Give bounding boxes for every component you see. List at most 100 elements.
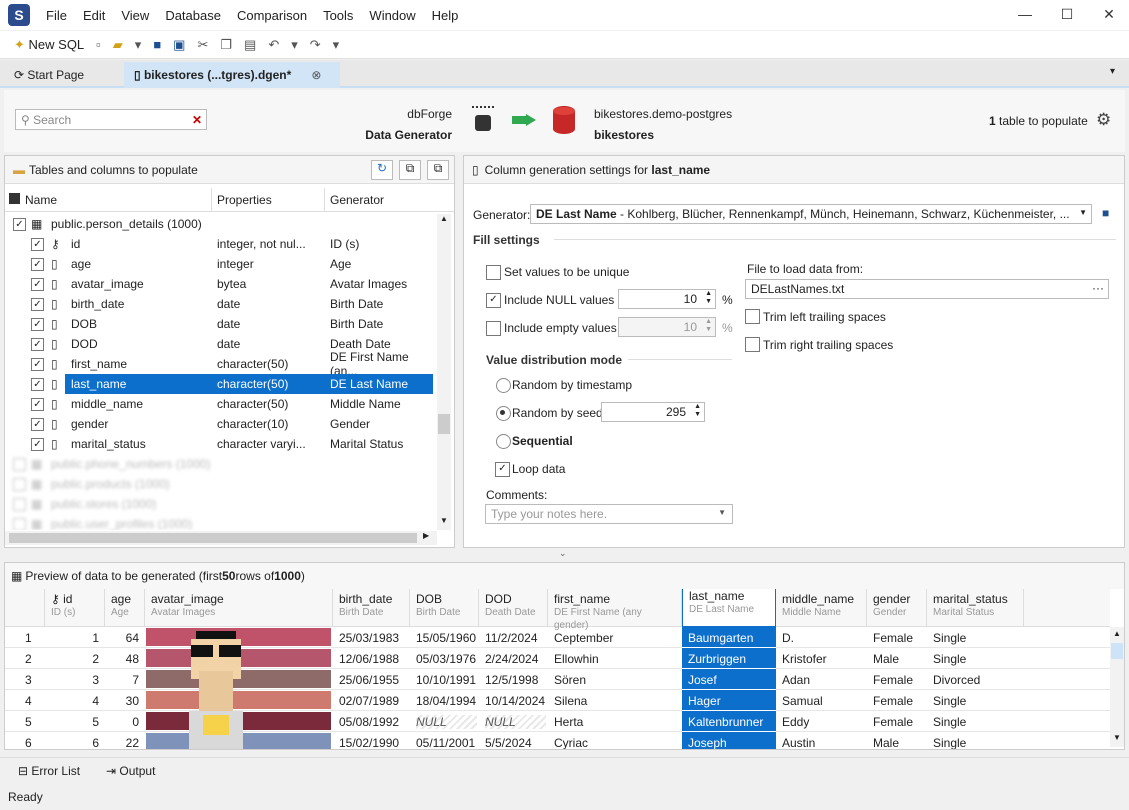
trim-left-checkbox[interactable] — [745, 309, 760, 324]
undo-dropdown-icon[interactable]: ▾ — [291, 37, 298, 53]
new-document-icon[interactable]: ▫ — [96, 37, 101, 52]
menu-database[interactable]: Database — [157, 8, 229, 23]
grid-col-header[interactable]: ⚷ id ID (s) — [45, 589, 105, 627]
column-row[interactable]: ✓ ▯ last_name character(50) DE Last Name — [5, 374, 433, 394]
table-checkbox[interactable]: ✓ — [13, 217, 26, 231]
tab-overflow-icon[interactable]: ▾ — [1110, 66, 1115, 77]
refresh-icon[interactable]: ↻ — [371, 160, 393, 180]
trim-right-checkbox[interactable] — [745, 337, 760, 352]
error-list-tab[interactable]: ⊟ Error List — [18, 764, 80, 778]
column-row[interactable]: ✓ ▯ marital_status character varyi... Ma… — [5, 434, 433, 454]
select-all-checkbox[interactable] — [9, 193, 20, 204]
output-tab[interactable]: ⇥ Output — [106, 764, 155, 778]
dropdown-arrow-icon[interactable]: ▾ — [135, 37, 142, 53]
tab-bikestores[interactable]: ▯ bikestores (...tgres).dgen* ⊗ — [124, 62, 340, 88]
table-row[interactable]: 5 5 0 05/08/1992 NULL NULL Herta Kaltenbrunner E… — [5, 711, 1110, 732]
hscroll-thumb[interactable] — [9, 533, 417, 543]
scroll-up-icon[interactable]: ▲ — [437, 214, 451, 223]
splitter-chevron-icon[interactable]: ⌄ — [559, 548, 567, 559]
sequential-radio[interactable] — [496, 434, 511, 449]
table-row[interactable]: 2 2 48 12/06/1988 05/03/1976 2/24/2024 Ellowhi… — [5, 648, 1110, 669]
table-row[interactable]: 6 6 22 15/02/1990 05/11/2001 5/5/2024 Cyriac Jo… — [5, 732, 1110, 749]
column-row[interactable]: ✓ ▯ gender character(10) Gender — [5, 414, 433, 434]
close-window-button[interactable]: ✕ — [1099, 6, 1119, 23]
loop-checkbox[interactable]: ✓ — [495, 462, 510, 477]
column-row[interactable]: ✓ ⚷ id integer, not nul... ID (s) — [5, 234, 433, 254]
grid-col-header[interactable]: marital_status Marital Status — [927, 589, 1024, 627]
table-row[interactable]: ▦ public.stores (1000) — [5, 494, 433, 514]
scroll-right-icon[interactable]: ▶ — [423, 531, 429, 540]
menu-comparison[interactable]: Comparison — [229, 8, 315, 23]
redo-dropdown-icon[interactable]: ▾ — [333, 37, 340, 53]
column-checkbox[interactable]: ✓ — [31, 357, 44, 371]
empty-checkbox[interactable] — [486, 321, 501, 336]
menu-window[interactable]: Window — [361, 8, 423, 23]
search-input[interactable]: ⚲ Search ✕ — [15, 109, 207, 130]
minimize-button[interactable]: — — [1015, 6, 1035, 22]
column-checkbox[interactable]: ✓ — [31, 377, 44, 391]
grid-col-header[interactable]: DOD Death Date — [479, 589, 548, 627]
browse-icon[interactable]: ··· — [1092, 281, 1104, 295]
close-tab-icon[interactable]: ⊗ — [311, 68, 321, 82]
table-row[interactable]: ▦ public.user_profiles (1000) — [5, 514, 433, 530]
file-input[interactable]: DELastNames.txt ··· — [745, 279, 1109, 299]
grid-col-header[interactable]: age Age — [105, 589, 145, 627]
new-sql-button[interactable]: ✦ New SQL — [14, 37, 84, 53]
menu-view[interactable]: View — [113, 8, 157, 23]
tab-start-page[interactable]: ⟳ Start Page — [4, 62, 94, 88]
undo-icon[interactable]: ↶ — [268, 37, 279, 53]
column-checkbox[interactable]: ✓ — [31, 397, 44, 411]
scroll-down-icon[interactable]: ▼ — [1110, 733, 1124, 742]
grid-col-header[interactable]: DOB Birth Date — [410, 589, 479, 627]
col-name-header[interactable]: Name — [25, 193, 57, 207]
random-seed-radio[interactable] — [496, 406, 511, 421]
column-row[interactable]: ✓ ▯ DOB date Birth Date — [5, 314, 433, 334]
save-generator-icon[interactable]: ■ — [1102, 206, 1109, 220]
save-icon[interactable]: ■ — [153, 37, 161, 52]
grid-col-header[interactable]: first_name DE First Name (any gender) — [548, 589, 682, 631]
scroll-thumb[interactable] — [438, 414, 450, 434]
empty-percent-input[interactable]: 10 ▲ ▼ — [618, 317, 716, 337]
table-row[interactable]: ✓ ▦ public.person_details (1000) — [5, 214, 433, 234]
scroll-up-icon[interactable]: ▲ — [1110, 629, 1124, 638]
column-checkbox[interactable]: ✓ — [31, 257, 44, 271]
null-checkbox[interactable]: ✓ — [486, 293, 501, 308]
scroll-down-icon[interactable]: ▼ — [437, 516, 451, 525]
grid-col-header[interactable]: birth_date Birth Date — [333, 589, 410, 627]
expand-all-icon[interactable]: ⧉ — [399, 160, 421, 180]
column-row[interactable]: ✓ ▯ middle_name character(50) Middle Nam… — [5, 394, 433, 414]
column-checkbox[interactable]: ✓ — [31, 317, 44, 331]
table-row[interactable]: 3 3 7 25/06/1955 10/10/1991 12/5/1998 Sören Jos… — [5, 669, 1110, 690]
scroll-thumb[interactable] — [1111, 643, 1123, 659]
spinner-icon[interactable]: ▲ ▼ — [694, 403, 701, 419]
table-checkbox[interactable] — [13, 457, 26, 471]
menu-file[interactable]: File — [38, 8, 75, 23]
unique-checkbox[interactable] — [486, 265, 501, 280]
column-checkbox[interactable]: ✓ — [31, 277, 44, 291]
table-row[interactable]: ▦ public.products (1000) — [5, 474, 433, 494]
gear-icon[interactable]: ⚙ — [1096, 110, 1111, 130]
redo-icon[interactable]: ↷ — [310, 37, 321, 53]
comments-input[interactable]: Type your notes here. ▼ — [485, 504, 733, 524]
column-row[interactable]: ✓ ▯ first_name character(50) DE First Na… — [5, 350, 433, 378]
table-row[interactable]: ▦ public.phone_numbers (1000) — [5, 454, 433, 474]
grid-col-header[interactable]: avatar_image Avatar Images — [145, 589, 333, 627]
tree-hscroll[interactable]: ▶ — [5, 531, 437, 545]
menu-edit[interactable]: Edit — [75, 8, 113, 23]
spinner-icon[interactable]: ▲ ▼ — [705, 290, 712, 306]
tree-vscroll[interactable]: ▲ ▼ — [437, 214, 451, 530]
col-properties-header[interactable]: Properties — [211, 188, 277, 212]
copy-icon[interactable]: ❐ — [220, 37, 232, 53]
table-row[interactable]: 1 1 64 25/03/1983 15/05/1960 11/2/2024 Ceptemb… — [5, 627, 1110, 648]
random-timestamp-radio[interactable] — [496, 378, 511, 393]
column-checkbox[interactable]: ✓ — [31, 437, 44, 451]
collapse-all-icon[interactable]: ⧉ — [427, 160, 449, 180]
paste-icon[interactable]: ▤ — [244, 37, 256, 53]
clear-search-icon[interactable]: ✕ — [192, 113, 202, 127]
null-percent-input[interactable]: 10 ▲ ▼ — [618, 289, 716, 309]
spinner-icon[interactable]: ▲ ▼ — [705, 318, 712, 334]
column-checkbox[interactable]: ✓ — [31, 417, 44, 431]
column-checkbox[interactable]: ✓ — [31, 237, 44, 251]
column-row[interactable]: ✓ ▯ birth_date date Birth Date — [5, 294, 433, 314]
cut-icon[interactable]: ✂ — [197, 37, 208, 53]
